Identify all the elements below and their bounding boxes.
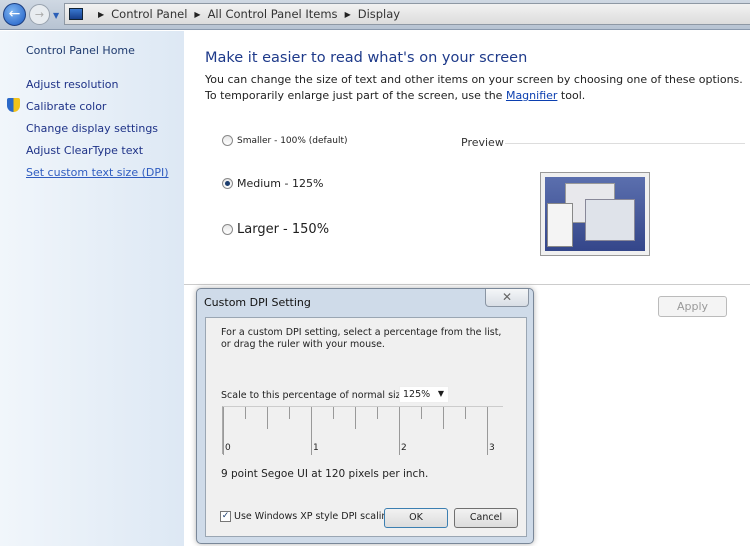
sidebar: Control Panel Home Adjust resolution Cal…: [0, 31, 184, 546]
sidebar-control-panel-home[interactable]: Control Panel Home: [26, 44, 135, 57]
address-bar[interactable]: ▶ Control Panel ▶ All Control Panel Item…: [64, 3, 750, 25]
sidebar-item-adjust-cleartype[interactable]: Adjust ClearType text: [26, 144, 143, 157]
main-content: Make it easier to read what's on your sc…: [205, 50, 745, 104]
breadcrumb-display[interactable]: Display: [358, 7, 400, 21]
back-button[interactable]: ←: [3, 3, 26, 26]
radio-button[interactable]: [222, 135, 233, 146]
ruler-label: 2: [401, 443, 407, 453]
dpi-ruler[interactable]: 0 1 2 3: [222, 406, 503, 455]
ruler-tick: [465, 407, 466, 419]
preview-label: Preview: [461, 136, 504, 149]
chevron-right-icon: ▶: [194, 9, 201, 19]
forward-button[interactable]: →: [29, 4, 50, 25]
page-description: You can change the size of text and othe…: [205, 73, 743, 102]
option-larger[interactable]: Larger - 150%: [222, 222, 329, 237]
ruler-tick: [311, 407, 312, 455]
radio-button-selected[interactable]: [222, 178, 233, 189]
breadcrumb-control-panel[interactable]: Control Panel: [111, 7, 187, 21]
ruler-tick: [399, 407, 400, 455]
sidebar-item-calibrate-color[interactable]: Calibrate color: [26, 100, 106, 113]
page-title: Make it easier to read what's on your sc…: [205, 50, 528, 66]
custom-dpi-dialog: Custom DPI Setting ✕ For a custom DPI se…: [196, 288, 534, 544]
shield-icon: [7, 98, 20, 112]
magnifier-link[interactable]: Magnifier: [506, 89, 557, 102]
dialog-instructions: For a custom DPI setting, select a perce…: [221, 327, 502, 350]
option-smaller[interactable]: Smaller - 100% (default): [222, 135, 347, 146]
ruler-tick: [223, 407, 224, 455]
ruler-tick: [421, 407, 422, 419]
dpi-info: 9 point Segoe UI at 120 pixels per inch.: [221, 468, 429, 480]
ruler-label: 0: [225, 443, 231, 453]
ruler-tick: [333, 407, 334, 419]
divider: [505, 143, 745, 144]
navigation-bar: ← → ▼ ▶ Control Panel ▶ All Control Pane…: [0, 0, 750, 30]
dialog-title: Custom DPI Setting: [204, 296, 311, 309]
close-button[interactable]: ✕: [485, 289, 529, 307]
control-panel-icon: [69, 8, 83, 20]
ruler-tick: [487, 407, 488, 455]
ruler-tick: [443, 407, 444, 429]
sidebar-item-adjust-resolution[interactable]: Adjust resolution: [26, 78, 119, 91]
breadcrumb-all-items[interactable]: All Control Panel Items: [208, 7, 338, 21]
apply-button[interactable]: Apply: [658, 296, 727, 317]
recent-pages-dropdown[interactable]: ▼: [53, 11, 59, 20]
scale-label: Scale to this percentage of normal size:: [221, 390, 410, 401]
option-medium[interactable]: Medium - 125%: [222, 177, 323, 190]
ruler-label: 3: [489, 443, 495, 453]
sidebar-item-custom-dpi[interactable]: Set custom text size (DPI): [26, 166, 169, 179]
ruler-label: 1: [313, 443, 319, 453]
checkbox[interactable]: ✓: [220, 511, 231, 522]
cancel-button[interactable]: Cancel: [454, 508, 518, 528]
radio-button[interactable]: [222, 224, 233, 235]
preview-image: [540, 172, 650, 256]
ruler-tick: [377, 407, 378, 419]
chevron-down-icon: ▼: [437, 389, 444, 398]
ruler-tick: [267, 407, 268, 429]
divider: [184, 284, 750, 285]
scale-dropdown[interactable]: 125% ▼: [399, 386, 449, 403]
ruler-tick: [355, 407, 356, 429]
ok-button[interactable]: OK: [384, 508, 448, 528]
chevron-right-icon: ▶: [344, 9, 351, 19]
ruler-tick: [289, 407, 290, 419]
sidebar-item-change-display-settings[interactable]: Change display settings: [26, 122, 158, 135]
chevron-right-icon: ▶: [98, 9, 105, 19]
xp-scaling-checkbox[interactable]: ✓ Use Windows XP style DPI scaling: [220, 511, 393, 522]
ruler-tick: [245, 407, 246, 419]
